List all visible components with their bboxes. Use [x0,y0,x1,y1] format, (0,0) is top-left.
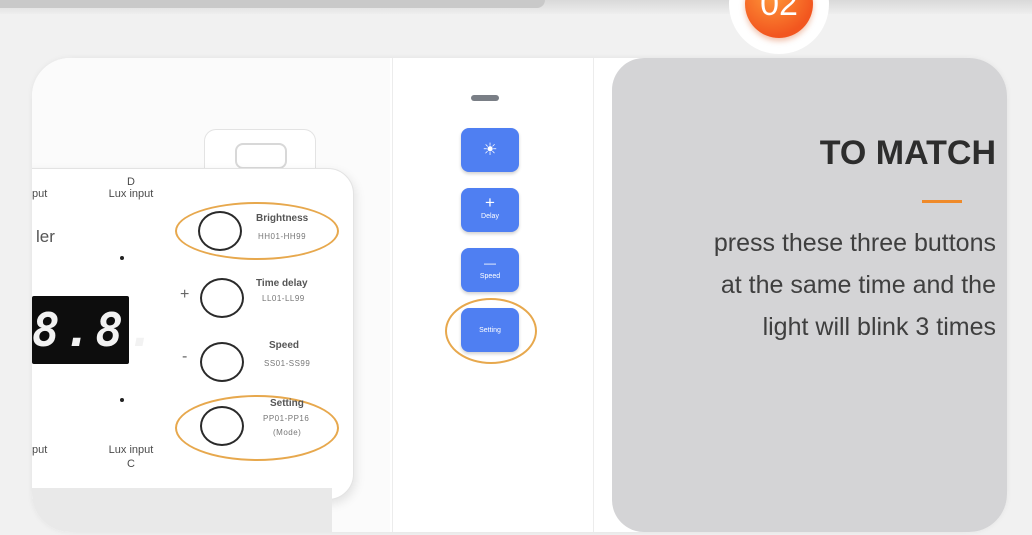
remote-speed-button[interactable]: — Speed [461,248,519,292]
controller-bottom-edge [32,488,332,532]
setting-range: PP01-PP16 [263,414,310,423]
time-delay-title: Time delay [256,278,308,289]
speed-button[interactable] [200,342,244,382]
remote-delay-button[interactable]: + Delay [461,188,519,232]
remote-setting-label: Setting [479,327,501,334]
instruction-line: at the same time and the [720,271,996,299]
time-delay-button[interactable] [200,278,244,318]
remote-delay-label: Delay [481,213,499,220]
partial-device-name: ler [36,227,55,246]
port-d-label: Lux input [108,188,154,200]
controller-panel: put D Lux input ler 8.8. put Lux input C… [32,58,390,532]
indicator-dot [120,256,124,260]
remote-speed-label: Speed [479,273,501,280]
port-c-label: Lux input [108,444,154,456]
remote-panel: ☀ + Delay — Speed Setting [392,58,594,532]
remote-brightness-button[interactable]: ☀ [461,128,519,172]
plus-icon: + [485,193,495,212]
port-c-letter: C [127,458,135,470]
top-strip [0,0,1032,14]
instruction-line: light will blink 3 times [762,313,996,341]
brightness-title: Brightness [256,213,309,224]
instruction-line: press these three buttons [713,229,996,257]
remote-led [471,95,499,101]
partial-label-bottom: put [32,444,48,456]
time-delay-range: LL01-LL99 [262,294,305,303]
brightness-range: HH01-HH99 [258,232,307,241]
top-bar [0,0,545,8]
brightness-button[interactable] [198,211,242,251]
setting-title: Setting [270,398,304,409]
hanger-slot [235,143,287,169]
sun-icon: ☀ [482,140,498,159]
setting-button[interactable] [200,406,244,446]
setting-mode: (Mode) [273,428,302,437]
partial-label-top: put [32,188,48,200]
instruction-title: TO MATCH [819,134,996,172]
segment-display: 8.8. [32,296,155,364]
remote-setting-button[interactable]: Setting [461,308,519,352]
instruction-text: press these three buttons at the same ti… [616,222,996,348]
speed-range: SS01-SS99 [264,359,311,368]
plus-sign: + [180,286,190,303]
minus-sign: - [182,348,188,365]
indicator-dot [120,398,124,402]
accent-line [922,200,962,203]
speed-title: Speed [269,340,300,351]
minus-icon: — [484,256,496,270]
